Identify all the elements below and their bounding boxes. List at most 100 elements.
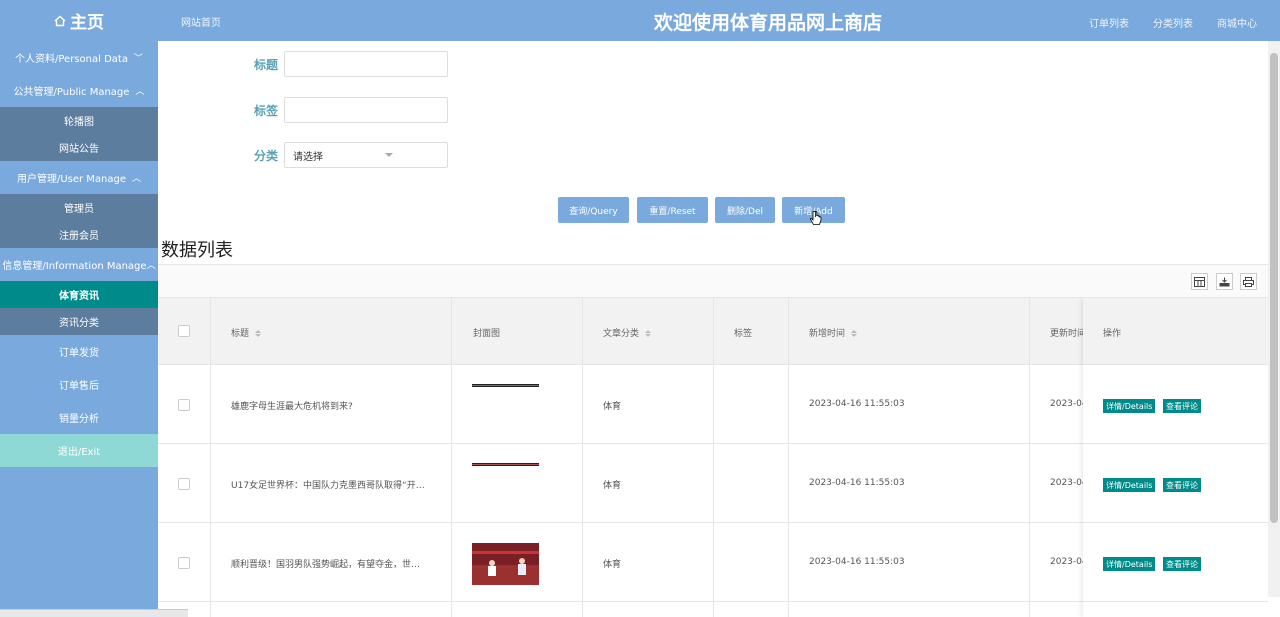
sidebar-item-announcement[interactable]: 网站公告: [0, 134, 158, 161]
menu-information-manage[interactable]: 信息管理/Information Manage ︿: [0, 248, 158, 281]
tag-input[interactable]: [284, 97, 448, 123]
menu-personal-data[interactable]: 个人资料/Personal Data ﹀: [0, 41, 158, 74]
site-title: 欢迎使用体育用品网上商店: [653, 12, 882, 34]
column-divider: [788, 298, 789, 617]
menu-info-label: 信息管理/Information Manage: [2, 261, 147, 272]
sidebar-item-sports-news[interactable]: 体育资讯: [0, 281, 158, 308]
cover-image: [472, 543, 539, 585]
details-button[interactable]: 详情/Details: [1103, 399, 1156, 413]
view-comments-button[interactable]: 查看评论: [1163, 478, 1201, 492]
category-label: 分类: [253, 149, 278, 163]
sidebar-item-after-sales[interactable]: 订单售后: [0, 368, 158, 401]
sidebar: 个人资料/Personal Data ﹀ 公共管理/Public Manage …: [0, 41, 158, 617]
view-comments-button[interactable]: 查看评论: [1163, 557, 1201, 571]
table-toolbar: [158, 264, 1268, 298]
row-checkbox[interactable]: [178, 557, 190, 569]
sidebar-item-carousel[interactable]: 轮播图: [0, 107, 158, 134]
scrollbar-thumb[interactable]: [1270, 53, 1278, 523]
home-icon: [54, 15, 66, 26]
menu-personal-label: 个人资料/Personal Data: [15, 54, 128, 65]
chevron-up-icon: ︿: [135, 87, 145, 97]
header-created-label: 新增时间: [809, 329, 846, 339]
tag-label: 标签: [253, 104, 278, 118]
menu-public-manage[interactable]: 公共管理/Public Manage ︿: [0, 74, 158, 107]
header-category-label: 文章分类: [603, 329, 640, 339]
header-title-label: 标题: [231, 329, 250, 339]
title-input[interactable]: [284, 51, 448, 77]
chevron-down-icon: ﹀: [133, 54, 143, 64]
row-category: 体育: [603, 560, 622, 570]
title-label: 标题: [253, 58, 278, 72]
sidebar-item-news-category[interactable]: 资讯分类: [0, 308, 158, 335]
exit-button[interactable]: 退出/Exit: [0, 434, 158, 467]
header-tag: 标签: [734, 329, 753, 339]
header-title[interactable]: 标题: [231, 326, 262, 339]
top-bar: 主页 网站首页 欢迎使用体育用品网上商店 订单列表 分类列表 商城中心: [0, 0, 1280, 41]
row-checkbox[interactable]: [178, 399, 190, 411]
columns-filter-icon[interactable]: [1191, 273, 1208, 290]
select-all-checkbox[interactable]: [178, 325, 190, 337]
query-button[interactable]: 查询/Query: [558, 197, 629, 223]
header-cover: 封面图: [473, 329, 501, 339]
delete-button[interactable]: 删除/Del: [715, 197, 775, 223]
row-category: 体育: [603, 402, 622, 412]
column-divider: [451, 298, 452, 617]
row-updated: 2023-04: [1050, 399, 1088, 409]
header-category[interactable]: 文章分类: [603, 326, 652, 339]
sort-icon[interactable]: [851, 330, 858, 337]
menu-user-label: 用户管理/User Manage: [16, 174, 127, 185]
sort-icon[interactable]: [255, 330, 262, 337]
column-divider: [1029, 298, 1030, 617]
details-button[interactable]: 详情/Details: [1103, 478, 1156, 492]
sidebar-item-admin[interactable]: 管理员: [0, 194, 158, 221]
chevron-down-icon: [385, 153, 393, 157]
cover-image: [472, 463, 539, 466]
sidebar-item-order-shipping[interactable]: 订单发货: [0, 335, 158, 368]
operations-cell: 详情/Details 查看评论: [1083, 523, 1268, 602]
column-divider: [210, 298, 211, 617]
menu-user-manage[interactable]: 用户管理/User Manage ︿: [0, 161, 158, 194]
row-created: 2023-04-16 11:55:03: [809, 557, 905, 567]
sort-icon[interactable]: [645, 330, 652, 337]
hand-cursor-icon: [810, 211, 822, 225]
row-updated: 2023-04: [1050, 478, 1088, 488]
category-select[interactable]: 请选择: [284, 142, 448, 168]
print-icon[interactable]: [1240, 273, 1257, 290]
header-updated: 更新时间: [1050, 329, 1087, 339]
home-link[interactable]: 主页: [0, 0, 158, 41]
order-list-link[interactable]: 订单列表: [1089, 15, 1129, 30]
category-list-link[interactable]: 分类列表: [1153, 15, 1193, 30]
status-bar: [0, 609, 188, 617]
column-divider: [713, 298, 714, 617]
row-title[interactable]: 顺利晋级！国羽男队强势崛起，有望夺金，世…: [231, 557, 420, 570]
row-title[interactable]: 雄鹿字母生涯最大危机将到来?: [231, 399, 353, 412]
header-created[interactable]: 新增时间: [809, 326, 858, 339]
main-content: 标题 标签 分类 请选择 查询/Query 重置/Reset 删除/Del 新增…: [158, 41, 1268, 617]
export-icon[interactable]: [1216, 273, 1233, 290]
header-ops: 操作: [1103, 329, 1122, 339]
submenu-user: 管理员 注册会员: [0, 194, 158, 248]
reset-button[interactable]: 重置/Reset: [637, 197, 708, 223]
page-scrollbar[interactable]: [1268, 41, 1280, 597]
menu-public-label: 公共管理/Public Manage: [13, 87, 130, 98]
operations-header: 操作: [1083, 298, 1268, 365]
row-checkbox[interactable]: [178, 478, 190, 490]
store-center-link[interactable]: 商城中心: [1217, 15, 1257, 30]
site-home-link[interactable]: 网站首页: [181, 14, 221, 29]
chevron-up-icon: ︿: [132, 174, 142, 184]
data-table: 标题 封面图 文章分类 标签 新增时间 更新时间 雄鹿字母生涯最大危机将到来? …: [158, 298, 1268, 617]
operations-cell: 详情/Details 查看评论: [1083, 444, 1268, 523]
sidebar-item-sales-analysis[interactable]: 销量分析: [0, 401, 158, 434]
row-category: 体育: [603, 481, 622, 491]
submenu-public: 轮播图 网站公告: [0, 107, 158, 161]
column-divider: [582, 298, 583, 617]
chevron-up-icon: ︿: [146, 261, 156, 271]
sidebar-item-members[interactable]: 注册会员: [0, 221, 158, 248]
row-updated: 2023-04: [1050, 557, 1088, 567]
row-title[interactable]: U17女足世界杯：中国队力克墨西哥队取得“开…: [231, 478, 425, 491]
submenu-info: 体育资讯 资讯分类: [0, 281, 158, 335]
details-button[interactable]: 详情/Details: [1103, 557, 1156, 571]
cover-image: [472, 384, 539, 387]
view-comments-button[interactable]: 查看评论: [1163, 399, 1201, 413]
operations-cell: 详情/Details 查看评论: [1083, 365, 1268, 444]
